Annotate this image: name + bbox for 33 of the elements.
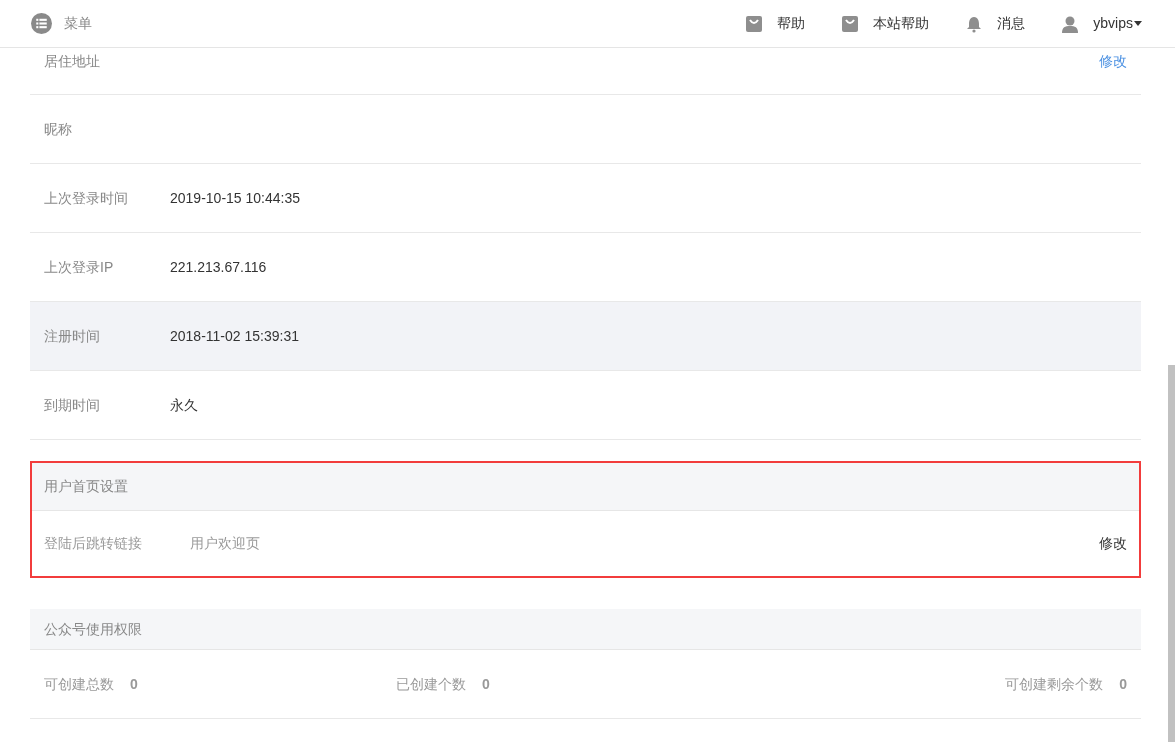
stat-value: 0 — [1119, 674, 1127, 694]
menu-button[interactable]: 菜单 — [31, 13, 92, 34]
bag-icon — [745, 14, 764, 33]
stat-value: 0 — [130, 674, 138, 694]
bag-icon — [841, 14, 860, 33]
field-label: 昵称 — [44, 119, 73, 139]
nav-link[interactable]: 本站帮助 — [841, 13, 930, 34]
field-value: 用户欢迎页 — [190, 534, 260, 553]
field-label: 到期时间 — [44, 395, 101, 415]
field-label: 注册时间 — [44, 326, 101, 346]
bell-icon — [965, 14, 984, 33]
field-value: 永久 — [170, 395, 198, 415]
section-header: 公众号使用权限 — [30, 609, 1141, 650]
user-menu[interactable]: ybvips — [1061, 13, 1142, 34]
section-header: 用户首页设置 — [32, 463, 1139, 511]
stat-label: 已创建个数 — [396, 674, 467, 694]
stat-label: 可创建总数 — [44, 674, 114, 694]
nav-link[interactable]: 消息 — [965, 13, 1026, 34]
field-value: 2018-11-02 15:39:31 — [170, 326, 299, 346]
caret-icon — [1134, 21, 1142, 26]
field-label: 居住地址 — [44, 52, 101, 71]
field-label: 登陆后跳转链接 — [44, 534, 143, 553]
stat-label: 可创建剩余个数 — [1005, 674, 1104, 694]
nav-link[interactable]: 帮助 — [745, 13, 806, 34]
edit-link[interactable]: 修改 — [1099, 533, 1127, 554]
stat-value: 0 — [482, 674, 490, 694]
field-label: 上次登录IP — [44, 257, 115, 277]
scrollbar[interactable] — [1168, 365, 1175, 742]
field-value: 221.213.67.116 — [170, 257, 267, 277]
field-label: 上次登录时间 — [44, 188, 129, 208]
field-value: 2019-10-15 10:44:35 — [170, 188, 300, 208]
user-icon — [1061, 14, 1080, 33]
menu-icon — [31, 13, 52, 34]
